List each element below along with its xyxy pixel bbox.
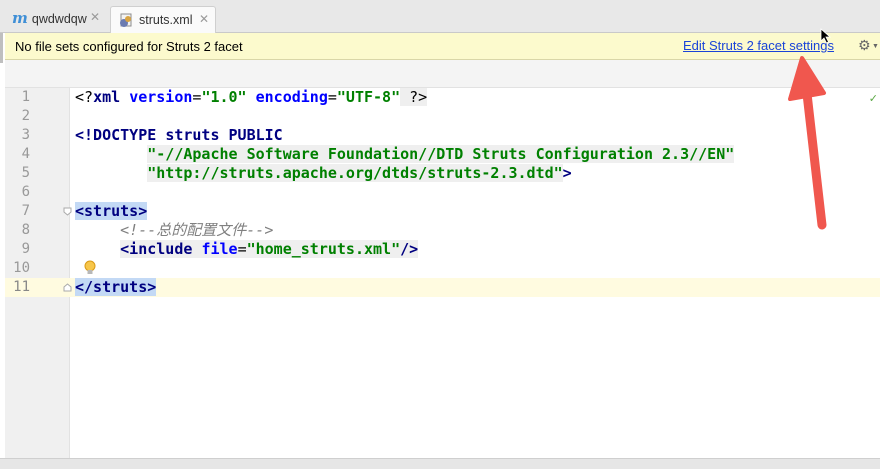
tab-struts-xml[interactable]: struts.xml ✕ (110, 6, 216, 33)
token: "1.0" (201, 88, 247, 106)
annotation-arrow-icon (788, 56, 827, 230)
token: </struts> (75, 278, 157, 296)
line-number: 11 (13, 279, 30, 295)
code-text: <?xml version="1.0" encoding="UTF-8" ?> (75, 88, 428, 107)
token: xml (93, 88, 121, 106)
code-line: 4 "-//Apache Software Foundation//DTD St… (5, 145, 880, 164)
code-line: 9 <include file="home_struts.xml"/> (5, 240, 880, 259)
code-text: <!DOCTYPE struts PUBLIC (75, 126, 283, 145)
code-text: <!--总的配置文件--> (75, 221, 273, 240)
gear-icon[interactable]: ⚙ (858, 38, 871, 54)
mouse-cursor-icon (820, 28, 832, 44)
line-number: 8 (21, 222, 30, 238)
token: <? (75, 88, 94, 106)
code-line: 2 (5, 107, 880, 126)
line-number: 7 (21, 203, 30, 219)
lightbulb-icon[interactable] (83, 260, 97, 276)
line-number: 3 (21, 127, 30, 143)
code-line-current: 11 </struts> (5, 278, 880, 297)
close-icon[interactable]: ✕ (90, 10, 100, 24)
banner-message: No file sets configured for Struts 2 fac… (15, 39, 243, 54)
token: encoding (255, 88, 328, 106)
code-line: 6 (5, 183, 880, 202)
token: "http://struts.apache.org/dtds/struts-2.… (147, 164, 563, 182)
token: "home_struts.xml" (246, 240, 401, 258)
close-icon[interactable]: ✕ (199, 12, 209, 26)
code-line: 5 "http://struts.apache.org/dtds/struts-… (5, 164, 880, 183)
tab-label: qwdwdqw (31, 11, 87, 26)
line-number: 4 (21, 146, 30, 162)
fold-icon[interactable] (63, 207, 72, 216)
chevron-down-icon[interactable]: ▼ (872, 43, 879, 50)
token: version (129, 88, 193, 106)
code-line: 10 (5, 259, 880, 278)
notification-banner: No file sets configured for Struts 2 fac… (5, 33, 880, 60)
editor-tab-bar: m qwdwdqw ✕ struts.xml ✕ (0, 0, 880, 33)
code-line: 7 <struts> (5, 202, 880, 221)
code-line: 1 <?xml version="1.0" encoding="UTF-8" ?… (5, 88, 880, 107)
token: <struts> (75, 202, 148, 220)
line-number: 1 (21, 89, 30, 105)
code-text: </struts> (75, 278, 157, 297)
panel-edge (0, 33, 3, 63)
edit-facet-settings-link[interactable]: Edit Struts 2 facet settings (683, 38, 834, 53)
token: = (327, 88, 337, 106)
token: <!--总的配置文件--> (120, 221, 274, 239)
token: file (201, 240, 238, 258)
line-number: 2 (21, 108, 30, 124)
code-text: <struts> (75, 202, 148, 221)
code-text: "-//Apache Software Foundation//DTD Stru… (75, 145, 735, 164)
status-bar (0, 458, 880, 469)
tab-qwdwdqw[interactable]: m qwdwdqw ✕ (8, 5, 106, 32)
token: "UTF-8" (336, 88, 401, 106)
token: PUBLIC (228, 126, 283, 144)
line-number: 9 (21, 241, 30, 257)
fold-icon[interactable] (63, 283, 72, 292)
line-number: 6 (21, 184, 30, 200)
tab-label: struts.xml (139, 13, 193, 27)
token: <!DOCTYPE (75, 126, 157, 144)
token: struts (165, 126, 220, 144)
token: /> (400, 240, 419, 258)
xml-file-icon (119, 13, 134, 28)
line-number: 10 (13, 260, 30, 276)
token: "-//Apache Software Foundation//DTD Stru… (147, 145, 735, 163)
token: > (562, 164, 572, 182)
code-text: "http://struts.apache.org/dtds/struts-2.… (75, 164, 572, 183)
token: <include (120, 240, 193, 258)
token: ?> (400, 88, 428, 106)
code-text: <include file="home_struts.xml"/> (75, 240, 419, 259)
token: = (237, 240, 247, 258)
code-line: 3 <!DOCTYPE struts PUBLIC (5, 126, 880, 145)
code-line: 8 <!--总的配置文件--> (5, 221, 880, 240)
m-icon: m (12, 9, 28, 27)
code-editor[interactable]: ✓ 1 <?xml version="1.0" encoding="UTF-8"… (5, 88, 880, 458)
breadcrumb-strip (5, 60, 880, 88)
line-number: 5 (21, 165, 30, 181)
